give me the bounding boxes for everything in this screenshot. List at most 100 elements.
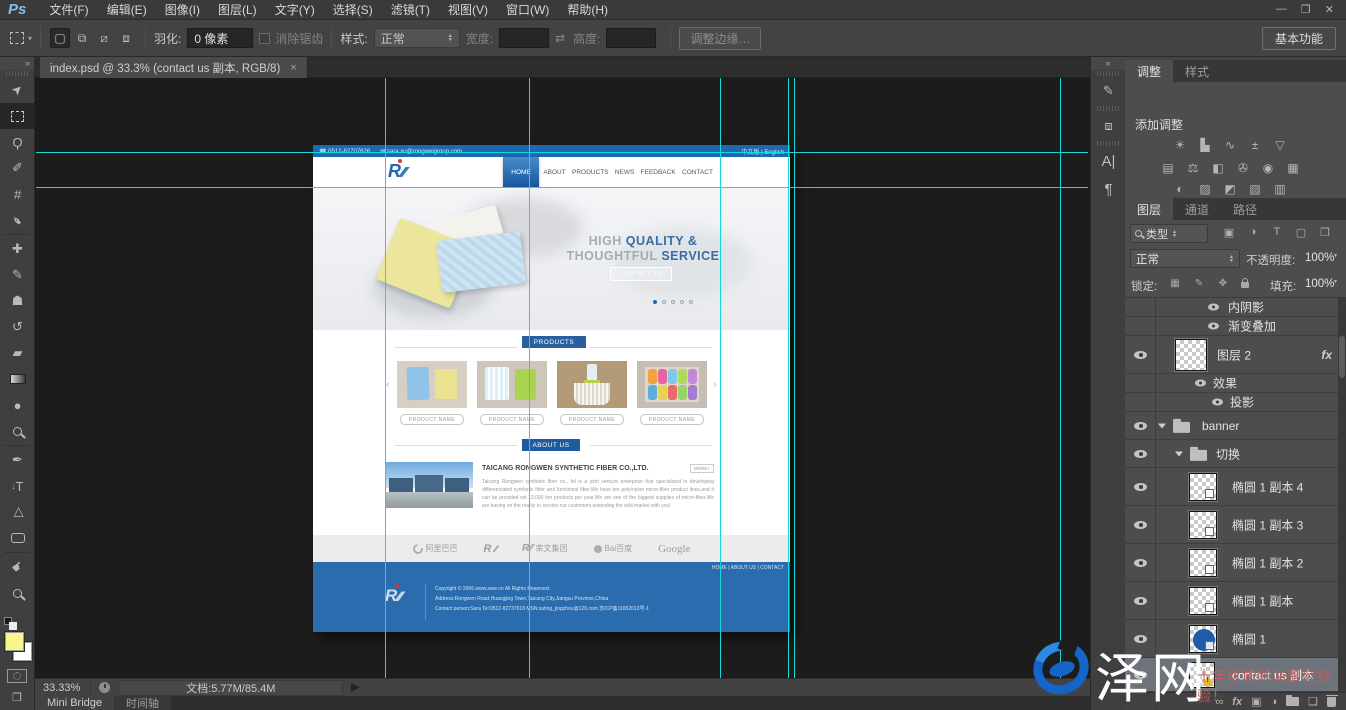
layer-name[interactable]: contact us 副本	[1232, 666, 1314, 683]
vibrance-icon[interactable]: ▽	[1270, 137, 1290, 153]
path-selection-tool[interactable]: ▷	[0, 499, 35, 525]
eyedropper-tool[interactable]: ✒	[0, 207, 35, 233]
layer-effect-row[interactable]: 投影	[1125, 393, 1346, 412]
visibility-toggle-icon[interactable]	[1212, 399, 1223, 406]
shape-layer-thumbnail[interactable]	[1189, 625, 1217, 653]
lasso-tool[interactable]: Ϙ	[0, 129, 35, 155]
menu-view[interactable]: 视图(V)	[439, 1, 497, 18]
visibility-toggle-icon[interactable]	[1134, 521, 1147, 529]
history-brush-tool[interactable]: ↺	[0, 314, 35, 340]
shape-tool[interactable]	[0, 525, 35, 551]
guide-vertical[interactable]	[720, 78, 721, 678]
gradient-map-icon[interactable]: ▧	[1245, 181, 1265, 197]
restore-icon[interactable]: ❐	[1301, 3, 1311, 16]
pen-tool[interactable]: ✒	[0, 447, 35, 473]
shape-layer-thumbnail[interactable]	[1189, 587, 1217, 615]
guide-horizontal[interactable]	[36, 187, 1088, 188]
paragraph-panel-icon[interactable]: ¶	[1091, 175, 1126, 203]
lock-position-icon[interactable]: ✥	[1215, 278, 1231, 289]
crop-tool[interactable]: #	[0, 181, 35, 207]
zoom-tool[interactable]	[0, 580, 35, 606]
menu-select[interactable]: 选择(S)	[324, 1, 382, 18]
shape-layer-thumbnail[interactable]	[1189, 549, 1217, 577]
type-tool[interactable]: ↓T	[0, 473, 35, 499]
guide-vertical[interactable]	[794, 78, 795, 678]
layer-row[interactable]: 椭圆 1 副本 3	[1125, 506, 1346, 544]
healing-brush-tool[interactable]: ✚	[0, 236, 35, 262]
feather-input[interactable]: 0 像素	[187, 28, 253, 48]
visibility-toggle-icon[interactable]	[1134, 597, 1147, 605]
layer-style-icon[interactable]: fx	[1232, 696, 1242, 708]
hand-tool[interactable]: ☛	[0, 554, 35, 580]
color-balance-icon[interactable]: ⚖	[1183, 160, 1203, 176]
visibility-toggle-icon[interactable]	[1134, 483, 1147, 491]
layer-group-row[interactable]: 切换	[1125, 440, 1346, 468]
opacity-value[interactable]: 100%	[1305, 252, 1334, 264]
height-input[interactable]	[606, 28, 656, 48]
eraser-tool[interactable]: ▰	[0, 340, 35, 366]
scrollbar-thumb[interactable]	[1339, 336, 1345, 378]
clone-source-panel-icon[interactable]: ⧈	[1091, 112, 1126, 140]
layer-row[interactable]: 椭圆 1 副本 2	[1125, 544, 1346, 582]
guide-vertical[interactable]	[788, 78, 789, 678]
blur-tool[interactable]: ●	[0, 392, 35, 418]
hue-saturation-icon[interactable]: ▤	[1158, 160, 1178, 176]
black-white-icon[interactable]: ◧	[1208, 160, 1228, 176]
tab-mini-bridge[interactable]: Mini Bridge	[35, 696, 114, 710]
layer-name[interactable]: 椭圆 1	[1232, 630, 1266, 647]
color-lookup-icon[interactable]: ▦	[1283, 160, 1303, 176]
brightness-contrast-icon[interactable]: ☀	[1170, 137, 1190, 153]
menu-filter[interactable]: 滤镜(T)	[382, 1, 439, 18]
curves-icon[interactable]: ∿	[1220, 137, 1240, 153]
levels-icon[interactable]: ▙	[1195, 137, 1215, 153]
selection-add-button[interactable]: ⧉	[72, 28, 92, 48]
filter-adjustment-layers-icon[interactable]: ◑	[1244, 226, 1262, 238]
menu-edit[interactable]: 编辑(E)	[98, 1, 156, 18]
dodge-tool[interactable]	[0, 418, 35, 444]
tab-paths[interactable]: 路径	[1221, 198, 1269, 220]
shape-layer-thumbnail[interactable]	[1189, 511, 1217, 539]
collapse-panels-button[interactable]: «	[1091, 57, 1125, 70]
selection-intersect-button[interactable]: ⧈	[116, 28, 136, 48]
visibility-toggle-icon[interactable]	[1134, 635, 1147, 643]
document-tab[interactable]: index.psd @ 33.3% (contact us 副本, RGB/8)…	[40, 57, 308, 78]
tab-channels[interactable]: 通道	[1173, 198, 1221, 220]
clone-stamp-tool[interactable]: ☗	[0, 288, 35, 314]
channel-mixer-icon[interactable]: ◉	[1258, 160, 1278, 176]
selection-new-button[interactable]: ▢	[50, 28, 70, 48]
zoom-level-field[interactable]: 33.33%	[35, 682, 91, 694]
grip-handle[interactable]	[1097, 106, 1119, 111]
layer-effect-row[interactable]: 渐变叠加	[1125, 317, 1346, 336]
chevron-down-icon[interactable]: ▼	[1333, 280, 1338, 284]
layer-group-row[interactable]: banner	[1125, 412, 1346, 440]
blend-mode-dropdown[interactable]: 正常 ▲▼	[1130, 249, 1240, 268]
visibility-toggle-icon[interactable]	[1208, 304, 1219, 311]
swap-dimensions-icon[interactable]: ⇄	[555, 31, 565, 45]
layer-row-selected[interactable]: contact us 副本	[1125, 658, 1346, 692]
layer-effect-row[interactable]: 内阴影	[1125, 298, 1346, 317]
menu-window[interactable]: 窗口(W)	[497, 1, 558, 18]
visibility-toggle-icon[interactable]	[1134, 450, 1147, 458]
layer-name[interactable]: 椭圆 1 副本 3	[1232, 516, 1303, 533]
group-name[interactable]: banner	[1202, 419, 1239, 433]
layer-filter-dropdown[interactable]: 类型 ▲▼	[1130, 224, 1208, 243]
visibility-toggle-icon[interactable]	[1208, 323, 1219, 330]
close-tab-icon[interactable]: ×	[290, 62, 296, 74]
menu-file[interactable]: 文件(F)	[40, 1, 97, 18]
tab-styles[interactable]: 样式	[1173, 60, 1221, 82]
visibility-toggle-icon[interactable]	[1195, 380, 1206, 387]
menu-layer[interactable]: 图层(L)	[209, 1, 266, 18]
guide-vertical[interactable]	[385, 78, 386, 678]
status-expand-icon[interactable]: ▶	[351, 682, 359, 693]
tab-timeline[interactable]: 时间轴	[114, 696, 171, 710]
layers-scrollbar[interactable]	[1338, 298, 1346, 710]
lock-all-icon[interactable]	[1241, 282, 1249, 288]
filter-smart-objects-icon[interactable]: ❒	[1316, 226, 1334, 239]
visibility-toggle-icon[interactable]	[1134, 559, 1147, 567]
menu-image[interactable]: 图像(I)	[156, 1, 209, 18]
tab-layers[interactable]: 图层	[1125, 198, 1173, 220]
group-expand-icon[interactable]	[1175, 451, 1183, 456]
workspace-button[interactable]: 基本功能	[1262, 27, 1336, 50]
document-size-info[interactable]: 文档:5.77M/85.4M	[118, 680, 343, 696]
filter-type-layers-icon[interactable]: T	[1268, 226, 1286, 238]
